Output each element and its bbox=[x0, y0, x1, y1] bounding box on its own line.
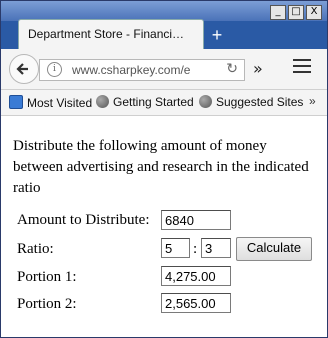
back-button[interactable] bbox=[9, 54, 39, 84]
ratio-label: Ratio: bbox=[17, 241, 54, 257]
tab-department-store[interactable]: Department Store - Financi… bbox=[18, 19, 204, 50]
reload-icon[interactable]: ↻ bbox=[226, 61, 238, 77]
globe-icon bbox=[199, 95, 212, 108]
minimize-button[interactable]: _ bbox=[270, 5, 286, 20]
bookmark-getting-started[interactable]: Getting Started bbox=[96, 95, 194, 109]
maximize-button[interactable]: □ bbox=[288, 5, 304, 20]
url-text: www.csharpkey.com/e bbox=[72, 63, 191, 77]
navigation-bar: i www.csharpkey.com/e ↻ » bbox=[1, 49, 327, 90]
overflow-chevron-icon[interactable]: » bbox=[253, 59, 263, 78]
hamburger-menu-icon[interactable] bbox=[293, 59, 311, 75]
info-icon[interactable]: i bbox=[47, 62, 62, 77]
calculate-button[interactable]: Calculate bbox=[236, 237, 312, 261]
bookmark-most-visited[interactable]: Most Visited bbox=[9, 95, 92, 110]
portion2-field[interactable]: 2,565.00 bbox=[161, 293, 231, 313]
bookmark-suggested-sites[interactable]: Suggested Sites bbox=[199, 95, 303, 109]
browser-window: _ □ X Department Store - Financi… + i ww… bbox=[0, 0, 328, 338]
bookmarks-overflow-icon[interactable]: » bbox=[309, 94, 316, 108]
portion1-field[interactable]: 4,275.00 bbox=[161, 266, 231, 286]
globe-icon bbox=[96, 95, 109, 108]
ratio-left-input[interactable]: 5 bbox=[161, 238, 190, 258]
instructions-text: Distribute the following amount of money… bbox=[13, 138, 309, 196]
page-content: Distribute the following amount of money… bbox=[1, 116, 327, 337]
back-arrow-icon bbox=[16, 63, 28, 75]
new-tab-button[interactable]: + bbox=[207, 23, 227, 47]
url-bar[interactable]: i www.csharpkey.com/e ↻ bbox=[39, 59, 245, 81]
title-bar: _ □ X bbox=[1, 1, 327, 21]
portion1-label: Portion 1: bbox=[17, 269, 77, 285]
tab-title: Department Store - Financi… bbox=[28, 27, 185, 41]
amount-label: Amount to Distribute: bbox=[17, 212, 150, 228]
most-visited-icon bbox=[9, 95, 23, 109]
ratio-colon: : bbox=[193, 241, 198, 257]
ratio-right-input[interactable]: 3 bbox=[201, 238, 231, 258]
amount-input[interactable]: 6840 bbox=[161, 210, 231, 230]
portion2-label: Portion 2: bbox=[17, 296, 77, 312]
close-button[interactable]: X bbox=[306, 5, 322, 20]
bookmarks-bar: Most Visited Getting Started Suggested S… bbox=[1, 90, 327, 116]
